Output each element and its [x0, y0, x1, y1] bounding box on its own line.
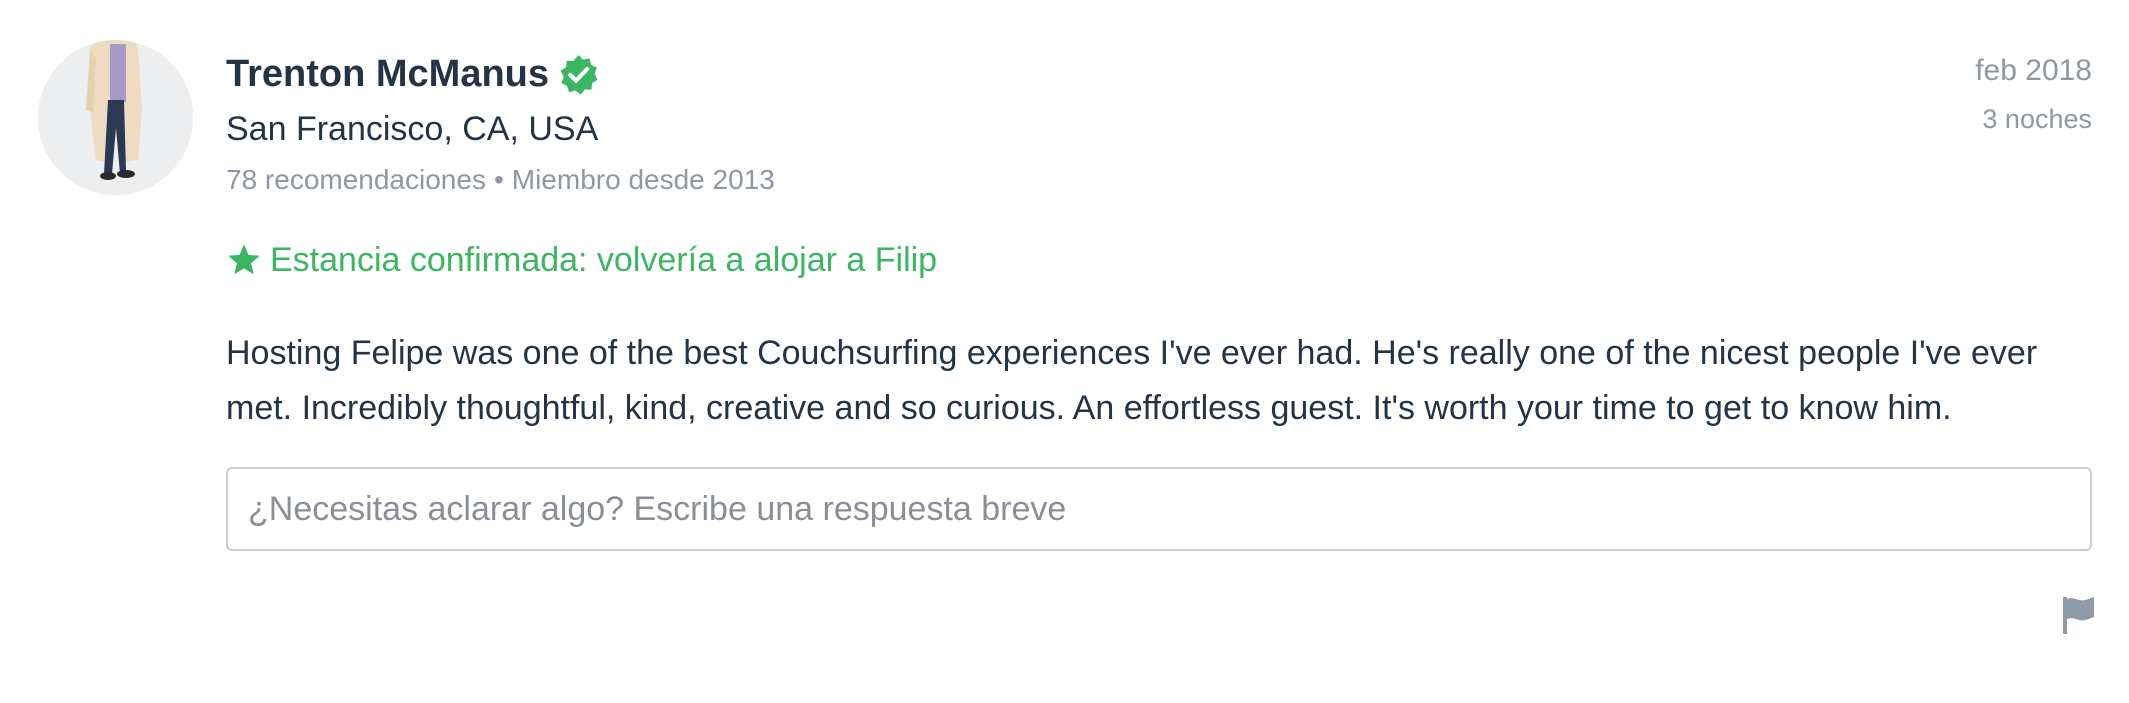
- avatar-photo: [38, 40, 193, 195]
- member-since: Miembro desde 2013: [511, 164, 775, 195]
- review-card: Trenton McManus San Francisco, CA, USA 7…: [0, 0, 2129, 703]
- reviewer-name[interactable]: Trenton McManus: [226, 53, 549, 96]
- reviewer-name-row: Trenton McManus: [226, 50, 599, 98]
- confirmed-stay: Estancia confirmada: volvería a alojar a…: [226, 238, 937, 282]
- reviewer-meta: 78 recomendaciones • Miembro desde 2013: [226, 164, 775, 196]
- reply-input[interactable]: [226, 467, 2092, 551]
- stay-date: feb 2018: [1975, 54, 2092, 87]
- stay-nights: 3 noches: [1982, 104, 2092, 134]
- flag-icon[interactable]: [2060, 596, 2096, 634]
- review-text: Hosting Felipe was one of the best Couch…: [226, 334, 2038, 427]
- avatar[interactable]: [38, 40, 193, 195]
- meta-separator: •: [493, 164, 504, 195]
- reviewer-location: San Francisco, CA, USA: [226, 110, 599, 148]
- star-icon: [226, 242, 262, 278]
- verified-badge-icon: [558, 54, 599, 95]
- recommendations-count: 78 recomendaciones: [226, 164, 486, 195]
- confirmed-stay-text: Estancia confirmada: volvería a alojar a…: [270, 240, 938, 279]
